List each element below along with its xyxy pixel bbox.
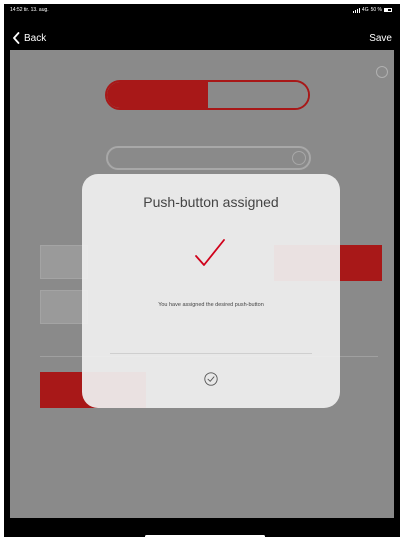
checkmark-icon xyxy=(195,239,225,266)
segment-right xyxy=(207,82,308,108)
info-icon xyxy=(376,66,388,78)
selector-icon xyxy=(292,151,306,165)
status-right-group: 4G 50 % xyxy=(352,7,392,13)
back-label: Back xyxy=(24,32,47,44)
battery-label: 50 % xyxy=(370,7,382,13)
battery-icon xyxy=(384,8,392,12)
home-indicator xyxy=(145,535,265,537)
grey-tile-1 xyxy=(40,245,88,279)
grey-tile-2 xyxy=(40,290,88,324)
device-frame: 14:52 tir. 13. aug. 4G 50 % Back Save Pu… xyxy=(4,4,400,537)
circle-check-icon xyxy=(204,372,218,386)
navigation-bar: Back Save xyxy=(4,28,400,52)
save-button[interactable]: Save xyxy=(369,33,392,44)
chevron-left-icon xyxy=(13,32,20,44)
push-button-selector xyxy=(106,146,311,170)
status-time-date: 14:52 tir. 13. aug. xyxy=(10,7,49,13)
signal-icon xyxy=(352,7,360,13)
dialog-title: Push-button assigned xyxy=(143,194,279,210)
segmented-control xyxy=(105,80,310,110)
network-label: 4G xyxy=(361,7,369,13)
status-bar: 14:52 tir. 13. aug. 4G 50 % xyxy=(4,4,400,16)
segment-left xyxy=(107,82,208,108)
confirm-button[interactable] xyxy=(204,372,218,386)
dialog-message: You have assigned the desired push-butto… xyxy=(158,302,264,308)
confirmation-dialog: Push-button assigned You have assigned t… xyxy=(82,174,340,408)
back-button[interactable]: Back xyxy=(12,32,46,44)
dialog-divider xyxy=(110,353,312,354)
